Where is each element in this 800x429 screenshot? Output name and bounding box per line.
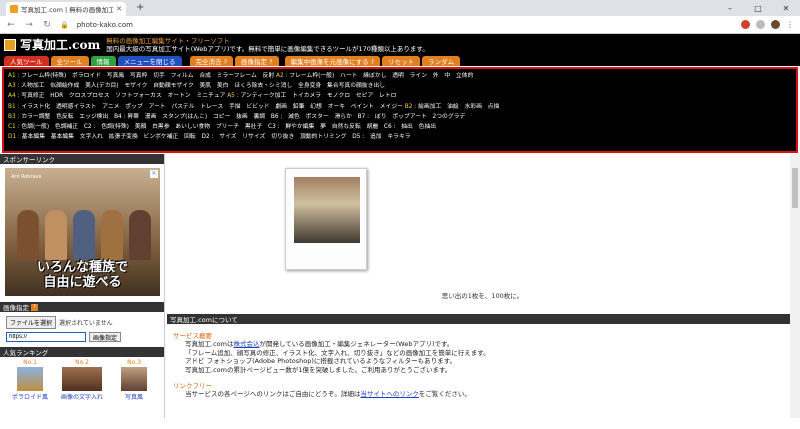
back-icon[interactable]: ← xyxy=(6,20,16,30)
category-line[interactable]: D1 : 基本編集 基本編集 文字入れ 拡張子変換 ビンボケ補正 回転 D2 :… xyxy=(8,132,792,142)
tagline: 無料の画像加工編集サイト・フリーソフト 国内最大級の写真加工サイト(Webアプリ… xyxy=(106,37,429,53)
category-line[interactable]: B3 : カラー調整 色反転 エッジ検出 B4 : 昇華 漫画 スタンプ(はんこ… xyxy=(8,112,792,122)
tab-revert-image[interactable]: 編集中画像を元画像にする ? xyxy=(284,56,381,66)
service-line: 写真加工.comは株式会込が開発している画像加工・編集ジェネレーター(Webアプ… xyxy=(185,340,454,348)
link-free-line: 当サービスの各ページへのリンクはご自由にどうぞ。詳細は当サイトへのリンクをご覧く… xyxy=(185,390,471,398)
file-row: ファイルを選択 選択されていません xyxy=(0,312,164,331)
company-link[interactable]: 株式会込 xyxy=(233,340,259,348)
rank-thumbnail[interactable] xyxy=(121,367,147,391)
tab-reset[interactable]: リセット xyxy=(382,56,421,66)
advertisement[interactable]: Ark Rebrave ✕ いろんな種族で 自由に遊べる xyxy=(5,168,160,296)
window-controls: – □ ✕ xyxy=(716,0,800,16)
minimize-button[interactable]: – xyxy=(716,0,744,16)
rank-thumbnail[interactable] xyxy=(17,367,43,391)
ad-character xyxy=(101,210,123,260)
ranking-header: 人気ランキング xyxy=(0,347,164,357)
ad-text: いろんな種族で 自由に遊べる xyxy=(36,260,128,290)
site-favicon-icon xyxy=(10,5,18,13)
photo-caption: 思い出の1枚を、100枚に。 xyxy=(441,292,524,300)
tab-popular-tools[interactable]: 人気ツール xyxy=(4,56,49,66)
ranking-item[interactable]: No.2 画像の文字入れ xyxy=(59,359,105,401)
help-icon[interactable]: ? xyxy=(31,303,38,311)
tab-title: 写真加工.com | 無料の画像加工Wi xyxy=(21,6,114,14)
site-header: 写真加工.com 無料の画像加工編集サイト・フリーソフト 国内最大級の写真加工サ… xyxy=(0,34,800,55)
rank-number: No.2 xyxy=(75,359,89,366)
image-url-input[interactable] xyxy=(6,332,86,342)
site-link[interactable]: 当サイトへのリンク xyxy=(360,390,419,398)
maximize-button[interactable]: □ xyxy=(744,0,772,16)
service-line: アドビ フォトショップ(Adobe Photoshop)に搭載されているようなフ… xyxy=(185,357,456,365)
sponsor-header: スポンサーリンク xyxy=(0,154,164,164)
extension-icon[interactable] xyxy=(741,20,750,29)
toolbar-icons: ⋮ xyxy=(741,20,794,29)
reload-icon[interactable]: ↻ xyxy=(42,20,52,30)
image-spec-header: 画像指定? xyxy=(0,302,164,312)
star-icon[interactable] xyxy=(756,20,765,29)
rank-link[interactable]: ポラロイド風 xyxy=(12,392,48,401)
tab-image-spec[interactable]: 画像指定 ? xyxy=(235,56,279,66)
about-header: 写真加工.comについて xyxy=(167,314,798,324)
site-logo[interactable]: 写真加工.com xyxy=(20,36,100,53)
tab-delete-all[interactable]: 完全消去 ? xyxy=(189,56,234,66)
scrollbar[interactable] xyxy=(790,154,800,418)
forward-icon[interactable]: → xyxy=(24,20,34,30)
polaroid-frame xyxy=(285,168,367,270)
ad-character xyxy=(45,210,67,260)
image-spec-button[interactable]: 画像指定 xyxy=(89,332,122,342)
tab-info[interactable]: 情報 xyxy=(90,56,116,66)
ad-character xyxy=(73,210,95,260)
logo-icon[interactable] xyxy=(4,38,16,51)
tab-close-menu[interactable]: メニューを閉じる xyxy=(117,56,182,66)
category-line[interactable]: B1 : イラスト化 透明感イラスト アニメ ポップ アート パステル トレース… xyxy=(8,102,792,112)
category-line[interactable]: C1 : 色調(一般) 色調補正 C2 : 色調(特殊) 美顔 白黒参 あいしい… xyxy=(8,122,792,132)
category-line[interactable]: A1 : フレーム枠(特殊) ポラロイド 写真風 写真枠 切手 フィルム 合成 … xyxy=(8,71,792,81)
service-line: 「フレーム追加、顔写真の修正、イラスト化、文字入れ、切り抜き」などの画像加工を簡… xyxy=(185,348,490,357)
image-spec-section: 画像指定? ファイルを選択 選択されていません 画像指定 xyxy=(0,302,164,343)
tab-random[interactable]: ランダム xyxy=(422,56,461,66)
url-field[interactable]: photo-kako.com xyxy=(77,21,733,29)
ad-character xyxy=(17,210,39,260)
rank-link[interactable]: 画像の文字入れ xyxy=(61,392,103,401)
main-area: スポンサーリンク Ark Rebrave ✕ いろんな種族で 自由に遊べる 画像… xyxy=(0,154,800,418)
tagline-title: 無料の画像加工編集サイト・フリーソフト xyxy=(106,36,230,45)
service-line: 写真加工.comの累計ページビュー数が1億を突破しました。ご利用ありがとうござい… xyxy=(185,365,452,374)
ad-character xyxy=(129,210,151,260)
rank-number: No.1 xyxy=(23,359,37,366)
rank-link[interactable]: 写真風 xyxy=(125,392,143,401)
scroll-thumb[interactable] xyxy=(792,168,798,208)
close-window-button[interactable]: ✕ xyxy=(772,0,800,16)
content-area: 思い出の1枚を、100枚に。 写真加工.comについて サービス概要 写真加工.… xyxy=(165,154,800,418)
url-row: 画像指定 xyxy=(0,331,164,343)
category-line[interactable]: A3 : 人物加工 似顔絵作成 美人(デカ目) モザイク 自動顔モザイク 美肌 … xyxy=(8,81,792,91)
rank-thumbnail[interactable] xyxy=(62,367,102,391)
file-status: 選択されていません xyxy=(59,320,113,327)
ad-close-icon[interactable]: ✕ xyxy=(150,170,158,178)
ranking-list: No.1 ポラロイド風 No.2 画像の文字入れ No.3 写真風 xyxy=(0,357,164,403)
about-body: サービス概要 写真加工.comは株式会込が開発している画像加工・編集ジェネレータ… xyxy=(167,324,798,403)
sample-photo[interactable] xyxy=(294,177,360,243)
lock-icon[interactable]: 🔒 xyxy=(60,21,69,29)
browser-tabbar: 写真加工.com | 無料の画像加工Wi ✕ + – □ ✕ xyxy=(0,0,800,16)
service-title: サービス概要 xyxy=(173,332,212,340)
menu-icon[interactable]: ⋮ xyxy=(786,20,794,29)
tab-close-icon[interactable]: ✕ xyxy=(116,5,122,13)
ad-logo: Ark Rebrave xyxy=(11,174,42,180)
sidebar: スポンサーリンク Ark Rebrave ✕ いろんな種族で 自由に遊べる 画像… xyxy=(0,154,165,418)
category-menu: A1 : フレーム枠(特殊) ポラロイド 写真風 写真枠 切手 フィルム 合成 … xyxy=(2,67,798,153)
browser-tab[interactable]: 写真加工.com | 無料の画像加工Wi ✕ xyxy=(6,2,126,16)
choose-file-button[interactable]: ファイルを選択 xyxy=(6,316,57,329)
new-tab-button[interactable]: + xyxy=(136,2,144,13)
avatar[interactable] xyxy=(771,20,780,29)
tab-all-tools[interactable]: 全ツール xyxy=(50,56,89,66)
ranking-item[interactable]: No.1 ポラロイド風 xyxy=(7,359,53,401)
tagline-desc: 国内最大級の写真加工サイト(Webアプリ)です。無料で簡単に画像編集できるツール… xyxy=(106,44,429,53)
link-free-title: リンクフリー xyxy=(173,382,212,390)
ranking-section: 人気ランキング No.1 ポラロイド風 No.2 画像の文字入れ No.3 写真… xyxy=(0,347,164,403)
category-line[interactable]: A4 : 写真修正 HDR クロスプロセス ソフトフォーカス オートン ミニチュ… xyxy=(8,91,792,101)
rank-number: No.3 xyxy=(127,359,141,366)
about-section: 写真加工.comについて サービス概要 写真加工.comは株式会込が開発している… xyxy=(167,314,798,403)
ranking-item[interactable]: No.3 写真風 xyxy=(111,359,157,401)
nav-tabs: 人気ツール 全ツール 情報 メニューを閉じる 完全消去 ? 画像指定 ? 編集中… xyxy=(0,55,800,66)
address-bar: ← → ↻ 🔒 photo-kako.com ⋮ xyxy=(0,16,800,34)
